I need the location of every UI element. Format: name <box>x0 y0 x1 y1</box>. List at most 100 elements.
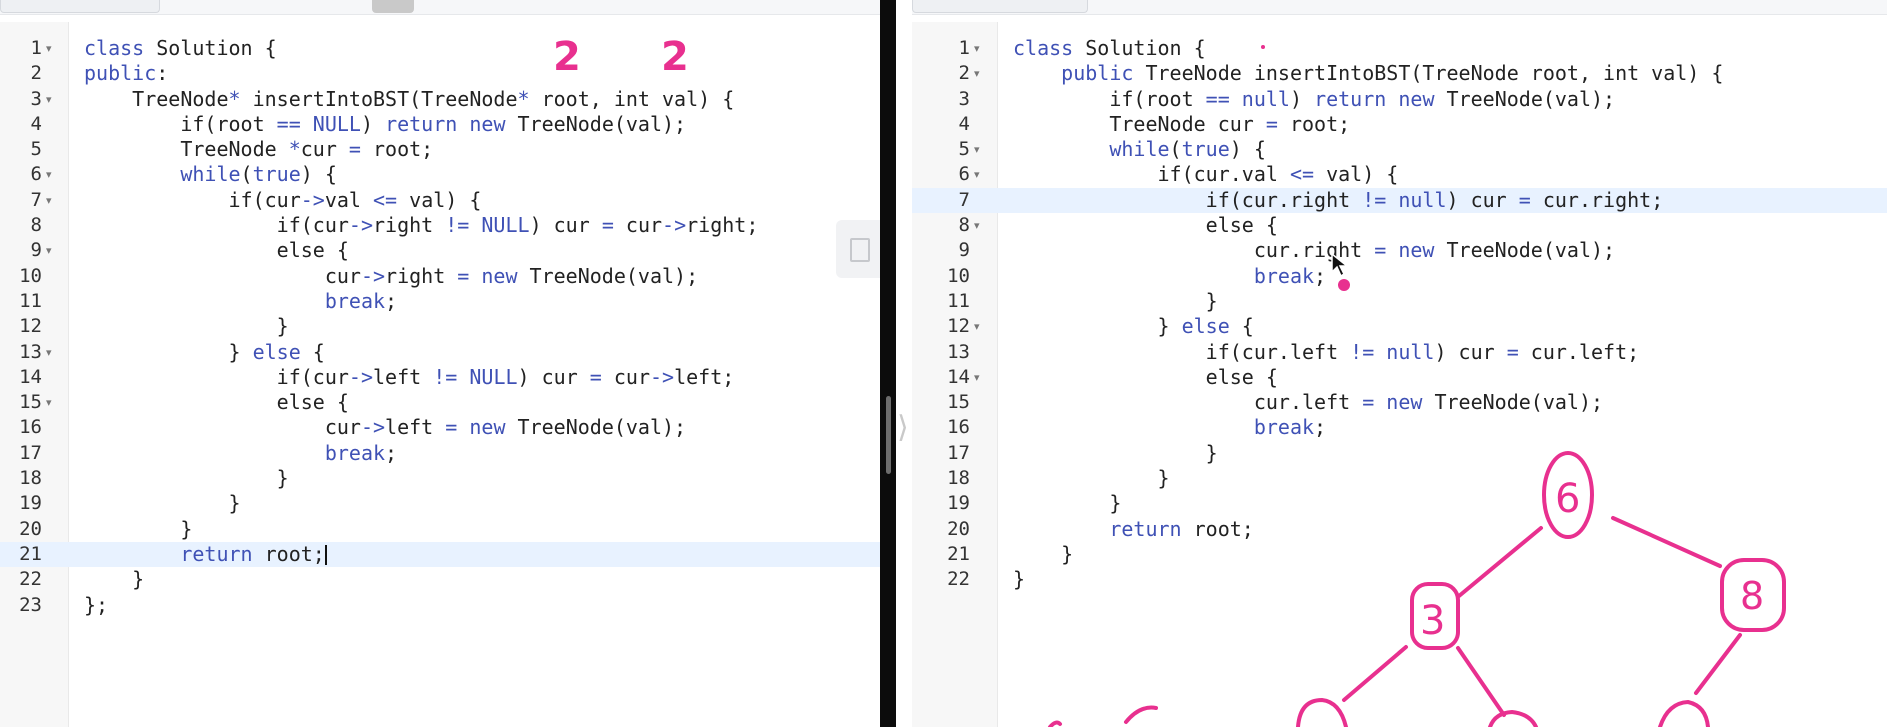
code-line[interactable]: 12 ▾ } else { <box>912 314 1887 339</box>
code-line[interactable]: 20 return root; <box>912 517 1887 542</box>
code-area[interactable]: 1 ▾ class Solution {2 public: 3 ▾ TreeNode* i… <box>0 36 880 618</box>
fold-toggle-icon[interactable]: ▾ <box>974 36 980 61</box>
code-line[interactable]: 15 ▾ else { <box>0 390 880 415</box>
copy-button[interactable] <box>836 220 880 278</box>
code-line[interactable]: 5 TreeNode *cur = root; <box>0 137 880 162</box>
code-text[interactable]: } <box>84 517 192 542</box>
code-text[interactable]: if(root == NULL) return new TreeNode(val… <box>84 112 686 137</box>
code-line[interactable]: 16 cur->left = new TreeNode(val); <box>0 415 880 440</box>
code-line[interactable]: 21 return root; <box>0 541 880 568</box>
code-text[interactable]: } <box>1013 466 1169 491</box>
code-text[interactable]: else { <box>1013 365 1278 390</box>
fold-toggle-icon[interactable]: ▾ <box>46 340 52 365</box>
code-text[interactable]: cur.right = new TreeNode(val); <box>1013 238 1615 263</box>
fold-toggle-icon[interactable]: ▾ <box>974 61 980 86</box>
code-text[interactable]: if(root == null) return new TreeNode(val… <box>1013 87 1615 112</box>
fold-toggle-icon[interactable]: ▾ <box>46 390 52 415</box>
code-line[interactable]: 11 } <box>912 289 1887 314</box>
fold-toggle-icon[interactable]: ▾ <box>46 87 52 112</box>
code-line[interactable]: 2 ▾ public TreeNode insertIntoBST(TreeNod… <box>912 61 1887 86</box>
code-line[interactable]: 3 if(root == null) return new TreeNode(v… <box>912 87 1887 112</box>
code-line[interactable]: 15 cur.left = new TreeNode(val); <box>912 390 1887 415</box>
code-text[interactable]: while(true) { <box>1013 137 1266 162</box>
code-area-right[interactable]: 1 ▾ class Solution {2 ▾ public TreeNode ins… <box>912 36 1887 593</box>
code-text[interactable]: return root; <box>84 542 327 567</box>
code-line[interactable]: 19 } <box>0 491 880 516</box>
code-text[interactable]: if(cur.left != null) cur = cur.left; <box>1013 340 1640 365</box>
code-text[interactable]: public: <box>84 61 168 86</box>
code-line[interactable]: 7 ▾ if(cur->val <= val) { <box>0 188 880 213</box>
code-text[interactable]: break; <box>1013 264 1326 289</box>
code-text[interactable]: } <box>84 491 240 516</box>
code-text[interactable]: else { <box>84 390 349 415</box>
code-line[interactable]: 1 ▾ class Solution { <box>912 36 1887 61</box>
code-line[interactable]: 17 break; <box>0 441 880 466</box>
code-line[interactable]: 23}; <box>0 593 880 618</box>
code-text[interactable]: if(cur.val <= val) { <box>1013 162 1398 187</box>
code-line[interactable]: 22 } <box>0 567 880 592</box>
code-line[interactable]: 10 cur->right = new TreeNode(val); <box>0 264 880 289</box>
fold-toggle-icon[interactable]: ▾ <box>974 213 980 238</box>
code-line[interactable]: 9 ▾ else { <box>0 238 880 263</box>
code-line[interactable]: 10 break; <box>912 264 1887 289</box>
code-text[interactable]: } <box>1013 289 1218 314</box>
code-line[interactable]: 3 ▾ TreeNode* insertIntoBST(TreeNode* roo… <box>0 87 880 112</box>
code-line[interactable]: 12 } <box>0 314 880 339</box>
code-text[interactable]: class Solution { <box>84 36 277 61</box>
code-line[interactable]: 11 break; <box>0 289 880 314</box>
editor-tab-right[interactable] <box>912 0 1088 13</box>
code-line[interactable]: 22} <box>912 567 1887 592</box>
fold-toggle-icon[interactable]: ▾ <box>46 238 52 263</box>
code-text[interactable]: TreeNode cur = root; <box>1013 112 1350 137</box>
right-code-editor[interactable]: 1 ▾ class Solution {2 ▾ public TreeNode ins… <box>912 0 1887 727</box>
code-text[interactable]: } <box>1013 542 1073 567</box>
code-line[interactable]: 8 ▾ else { <box>912 213 1887 238</box>
toolbar-button[interactable] <box>372 0 414 13</box>
fold-toggle-icon[interactable]: ▾ <box>46 188 52 213</box>
code-line[interactable]: 5 ▾ while(true) { <box>912 137 1887 162</box>
code-line[interactable]: 7 if(cur.right != null) cur = cur.right; <box>912 187 1887 214</box>
code-line[interactable]: 13 ▾ } else { <box>0 340 880 365</box>
code-line[interactable]: 6 ▾ while(true) { <box>0 162 880 187</box>
code-text[interactable]: cur.left = new TreeNode(val); <box>1013 390 1603 415</box>
code-text[interactable]: } <box>84 466 289 491</box>
code-text[interactable]: break; <box>84 289 397 314</box>
code-text[interactable]: break; <box>1013 415 1326 440</box>
code-text[interactable]: TreeNode *cur = root; <box>84 137 433 162</box>
code-line[interactable]: 14 ▾ else { <box>912 365 1887 390</box>
code-text[interactable]: } else { <box>84 340 324 365</box>
code-text[interactable]: cur->right = new TreeNode(val); <box>84 264 698 289</box>
fold-toggle-icon[interactable]: ▾ <box>974 365 980 390</box>
code-line[interactable]: 13 if(cur.left != null) cur = cur.left; <box>912 340 1887 365</box>
code-text[interactable]: if(cur->right != NULL) cur = cur->right; <box>84 213 759 238</box>
code-line[interactable]: 8 if(cur->right != NULL) cur = cur->righ… <box>0 213 880 238</box>
code-text[interactable]: } <box>1013 491 1121 516</box>
code-line[interactable]: 17 } <box>912 441 1887 466</box>
code-text[interactable]: TreeNode* insertIntoBST(TreeNode* root, … <box>84 87 734 112</box>
code-text[interactable]: } <box>1013 567 1025 592</box>
code-text[interactable]: public TreeNode insertIntoBST(TreeNode r… <box>1013 61 1723 86</box>
code-line[interactable]: 14 if(cur->left != NULL) cur = cur->left… <box>0 365 880 390</box>
code-line[interactable]: 18 } <box>912 466 1887 491</box>
code-text[interactable]: while(true) { <box>84 162 337 187</box>
code-text[interactable]: } <box>84 314 289 339</box>
code-line[interactable]: 16 break; <box>912 415 1887 440</box>
chevron-right-icon[interactable]: ⟩ <box>897 410 909 445</box>
code-line[interactable]: 4 if(root == NULL) return new TreeNode(v… <box>0 112 880 137</box>
code-text[interactable]: return root; <box>1013 517 1254 542</box>
fold-toggle-icon[interactable]: ▾ <box>974 137 980 162</box>
fold-toggle-icon[interactable]: ▾ <box>46 162 52 187</box>
split-divider-bar[interactable] <box>880 0 896 727</box>
code-text[interactable]: cur->left = new TreeNode(val); <box>84 415 686 440</box>
code-line[interactable]: 21 } <box>912 542 1887 567</box>
code-line[interactable]: 9 cur.right = new TreeNode(val); <box>912 238 1887 263</box>
code-text[interactable]: else { <box>84 238 349 263</box>
fold-toggle-icon[interactable]: ▾ <box>974 314 980 339</box>
code-text[interactable]: } <box>84 567 144 592</box>
code-line[interactable]: 2 public: <box>0 61 880 86</box>
code-line[interactable]: 18 } <box>0 466 880 491</box>
code-text[interactable]: } <box>1013 441 1218 466</box>
code-line[interactable]: 4 TreeNode cur = root; <box>912 112 1887 137</box>
code-line[interactable]: 6 ▾ if(cur.val <= val) { <box>912 162 1887 187</box>
fold-toggle-icon[interactable]: ▾ <box>46 36 52 61</box>
